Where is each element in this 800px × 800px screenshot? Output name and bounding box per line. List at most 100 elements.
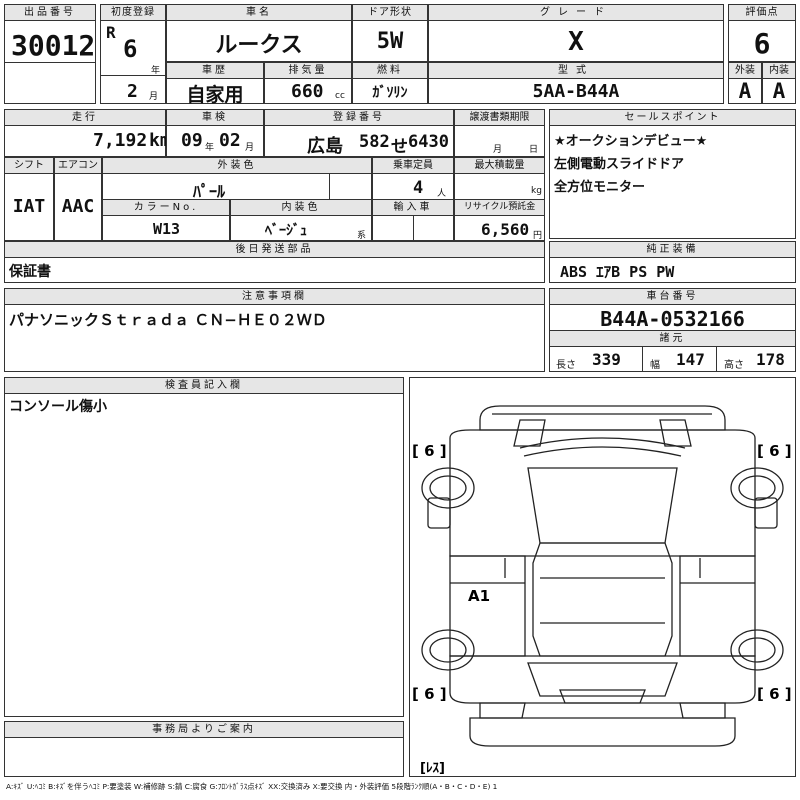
later-parts-label: 後日発送部品 xyxy=(5,242,544,258)
first-registration-box: 初度登録 R 6 年 2 月 xyxy=(100,4,166,104)
spec-height: 178 xyxy=(756,350,785,369)
mileage: 7,192 xyxy=(93,130,148,151)
color-no-box: カラーNo. W13 xyxy=(102,199,230,241)
inspector-label: 検査員記入欄 xyxy=(5,378,403,394)
lot-number: 30012 xyxy=(11,29,96,62)
color-no-label: カラーNo. xyxy=(103,200,229,216)
plate-number: 6430 xyxy=(408,132,449,152)
tire-front-left: [ 6 ] xyxy=(412,442,447,460)
shift-label: シフト xyxy=(5,158,53,174)
int-color: ﾍﾞｰｼﾞｭ xyxy=(265,223,307,239)
history-box: 車歴 自家用 xyxy=(166,62,264,106)
office-label: 事務局よりご案内 xyxy=(5,722,403,738)
notes-box: 注意事項欄 パナソニックＳｔｒａｄａ ＣＮ−ＨＥ０２ＷＤ xyxy=(4,288,545,372)
model-code-label: 型式 xyxy=(429,63,723,79)
history-label: 車歴 xyxy=(167,63,263,79)
grade-label: グレード xyxy=(429,5,723,21)
plate-region: 広島 xyxy=(307,136,343,157)
grade: X xyxy=(568,27,584,57)
vehicle-diagram-box: [ 6 ] [ 6 ] [ 6 ] [ 6 ] A1 [ﾚｽ] xyxy=(409,377,796,777)
interior-grade-label: 内装 xyxy=(763,63,795,79)
later-parts: 保証書 xyxy=(9,264,51,280)
capacity-unit: 人 xyxy=(437,189,447,199)
genuine-equipment-label: 純正装備 xyxy=(550,242,795,258)
spec-length-label: 長さ xyxy=(556,360,576,371)
capacity: 4 xyxy=(413,178,424,198)
inspection-year: 09 xyxy=(181,130,203,151)
recycle: 6,560 xyxy=(481,220,530,239)
first-registration-month: 2 xyxy=(127,81,138,102)
spare-tire: [ﾚｽ] xyxy=(420,761,445,776)
int-color-box: 内装色 ﾍﾞｰｼﾞｭ 系 xyxy=(230,199,372,241)
chassis-label: 車台番号 xyxy=(550,289,795,305)
inspection-month-unit: 月 xyxy=(245,143,255,153)
fuel: ｶﾞｿﾘﾝ xyxy=(372,85,408,101)
damage-mark-a1: A1 xyxy=(468,587,490,605)
inspection-label: 車検 xyxy=(167,110,263,126)
spec-length: 339 xyxy=(592,350,621,369)
displacement: 660 xyxy=(291,81,324,102)
tire-front-right: [ 6 ] xyxy=(757,442,792,460)
later-parts-box: 後日発送部品 保証書 xyxy=(4,241,545,283)
selling-point-1: ★オークションデビュー★ xyxy=(554,134,708,149)
max-load-label: 最大積載量 xyxy=(455,158,544,174)
transfer-month-unit: 月 xyxy=(493,145,503,155)
selling-point-2: 左側電動スライドドア xyxy=(554,157,685,172)
aircon-label: エアコン xyxy=(55,158,101,174)
tire-rear-right: [ 6 ] xyxy=(757,685,792,703)
score-label: 評価点 xyxy=(729,5,795,21)
specs-box: 諸元 長さ 339 幅 147 高さ 178 xyxy=(549,330,796,372)
car-name-label: 車名 xyxy=(167,5,351,21)
recycle-unit: 円 xyxy=(533,231,543,241)
inspection-month: 02 xyxy=(219,130,241,151)
exterior-grade-label: 外装 xyxy=(729,63,761,79)
aircon: AAC xyxy=(61,196,95,217)
genuine-equipment: ABS ｴｱB PS PW xyxy=(560,263,675,281)
chassis-number: B44A-0532166 xyxy=(600,307,745,331)
plate-class: 582 xyxy=(359,132,390,152)
shift: IAT xyxy=(12,196,46,217)
spec-width-label: 幅 xyxy=(650,360,660,371)
aircon-box: エアコン AAC xyxy=(54,157,102,241)
ext-color-label: 外装色 xyxy=(103,158,371,174)
ext-color-box: 外装色 ﾊﾟｰﾙ xyxy=(102,157,372,201)
int-color-unit: 系 xyxy=(357,231,367,241)
model-code: 5AA-B44A xyxy=(532,81,620,102)
recycle-box: リサイクル預託金 6,560 円 xyxy=(454,199,545,241)
fuel-box: 燃料 ｶﾞｿﾘﾝ xyxy=(352,62,428,104)
first-registration-era: R xyxy=(106,23,116,42)
plate-kana: せ xyxy=(391,137,408,157)
plate-label: 登録番号 xyxy=(265,110,453,126)
selling-points-box: セールスポイント ★オークションデビュー★ 左側電動スライドドア 全方位モニター xyxy=(549,109,796,239)
tire-rear-left: [ 6 ] xyxy=(412,685,447,703)
color-no: W13 xyxy=(153,220,181,238)
door-label: ドア形状 xyxy=(353,5,427,21)
displacement-box: 排気量 660 cc xyxy=(264,62,352,104)
max-load-box: 最大積載量 kg xyxy=(454,157,545,201)
capacity-label: 乗車定員 xyxy=(373,158,453,174)
legend: A:ｷｽﾞ U:ﾍｺﾐ B:ｷｽﾞを伴うﾍｺﾐ P:要塗装 W:補修跡 S:錆 … xyxy=(6,782,498,791)
first-registration-year: 6 xyxy=(123,35,138,63)
notes: パナソニックＳｔｒａｄａ ＣＮ−ＨＥ０２ＷＤ xyxy=(9,311,327,329)
inspector-note: コンソール傷小 xyxy=(9,399,107,415)
inspector-box: 検査員記入欄 コンソール傷小 xyxy=(4,377,404,717)
history: 自家用 xyxy=(186,84,244,106)
displacement-unit: cc xyxy=(335,91,345,101)
chassis-box: 車台番号 B44A-0532166 xyxy=(549,288,796,332)
import-box: 輸入車 xyxy=(372,199,454,241)
interior-grade-box: 内装 A xyxy=(762,62,796,104)
import-label: 輸入車 xyxy=(373,200,453,216)
first-registration-month-unit: 月 xyxy=(149,92,159,102)
grade-box: グレード X xyxy=(428,4,724,62)
interior-grade: A xyxy=(772,79,786,103)
transfer-day-unit: 日 xyxy=(529,145,539,155)
door-type: 5W xyxy=(376,29,404,54)
door-box: ドア形状 5W xyxy=(352,4,428,62)
notes-label: 注意事項欄 xyxy=(5,289,544,305)
lot-number-label: 出品番号 xyxy=(5,5,95,21)
transfer-box: 譲渡書類期限 月 日 xyxy=(454,109,545,157)
spec-height-label: 高さ xyxy=(724,360,744,371)
spec-width: 147 xyxy=(676,350,705,369)
vehicle-diagram: [ 6 ] [ 6 ] [ 6 ] [ 6 ] A1 [ﾚｽ] xyxy=(412,405,792,776)
lot-number-box: 出品番号 30012 xyxy=(4,4,96,104)
